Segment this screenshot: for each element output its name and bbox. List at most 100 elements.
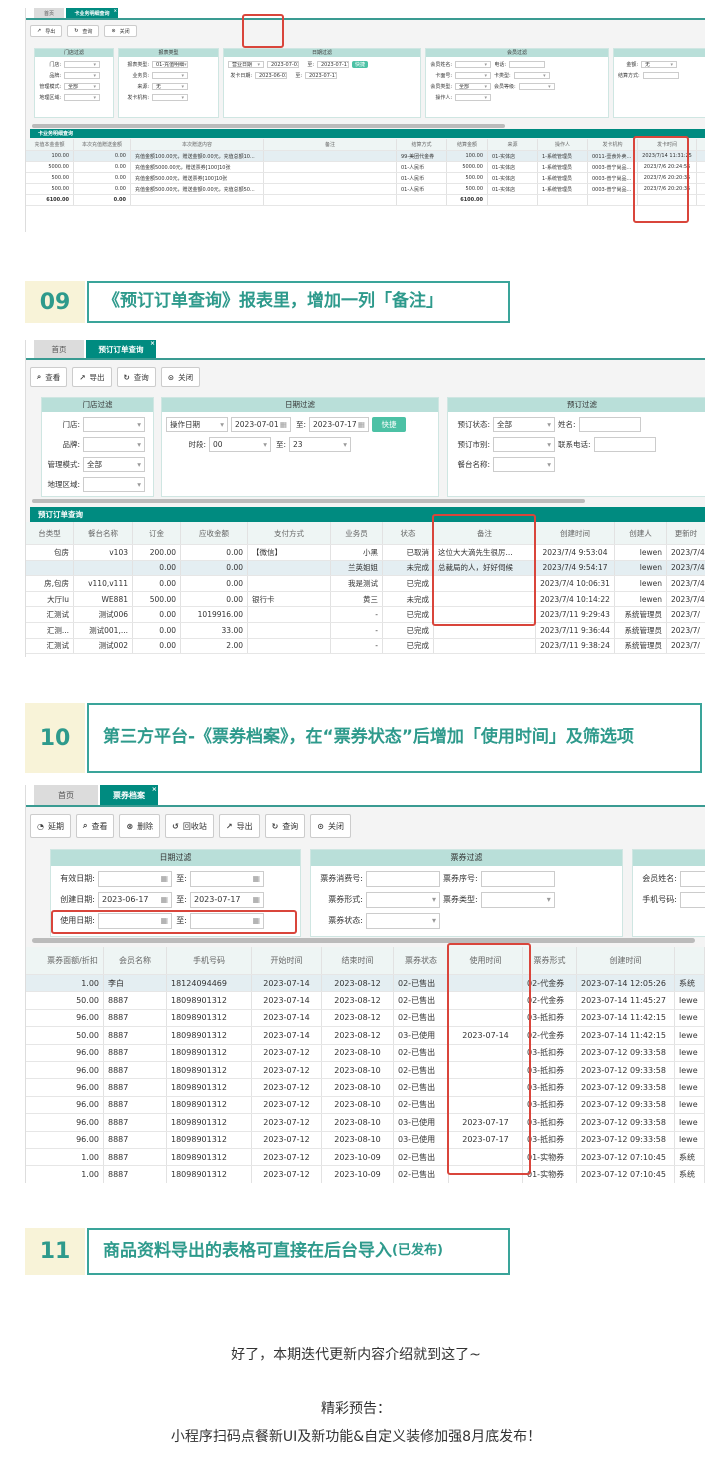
select-field[interactable]: 无 ▾ (641, 61, 677, 68)
table-row[interactable]: 50.00 8887 18098901312 2023-07-14 2023-08-12… (26, 992, 705, 1010)
tab-1[interactable]: 卡业务明细查询 × (66, 8, 118, 18)
table-row[interactable]: 1.00 李白 18124094469 2023-07-14 2023-08-12 02-… (26, 975, 705, 993)
chevron-down-icon[interactable]: ▾ (181, 95, 184, 100)
chevron-down-icon[interactable]: ▾ (432, 895, 436, 904)
chevron-down-icon[interactable]: ▾ (220, 420, 224, 429)
select-field[interactable]: ▾ (518, 83, 555, 90)
date-field[interactable]: ▦ (190, 870, 264, 887)
table-row[interactable]: 100.00 0.00 充值金额100.00元，赠送金额0.00元，充值总额10..… (26, 151, 705, 162)
text-field[interactable] (509, 61, 545, 68)
table-row[interactable]: 汇测试 测试006 0.00 1019916.00 - 已完成 2023/7/11 9:29… (26, 607, 705, 623)
date-field[interactable]: 2023-06-17 ▦ (98, 891, 172, 908)
table-row[interactable]: 96.00 8887 18098901312 2023-07-12 2023-08-10… (26, 1044, 705, 1062)
select-field[interactable]: ▾ (493, 456, 555, 472)
select-field[interactable]: 全部 ▾ (455, 83, 491, 90)
chevron-down-icon[interactable]: ▾ (93, 95, 96, 100)
tab-0[interactable]: 首页 (34, 785, 98, 805)
select-field[interactable]: ▾ (83, 436, 145, 452)
calendar-icon[interactable]: ▦ (280, 420, 287, 429)
select-field[interactable]: 23 ▾ (289, 436, 351, 452)
select-field[interactable]: ▾ (83, 476, 145, 492)
date-field[interactable]: 2023-07-17▦ (190, 891, 264, 908)
select-field[interactable]: 全部 ▾ (64, 83, 100, 90)
chevron-down-icon[interactable]: ▾ (137, 460, 141, 469)
text-field[interactable] (593, 436, 656, 452)
horizontal-scrollbar[interactable] (32, 938, 695, 943)
select-field[interactable]: ▾ (455, 72, 491, 79)
tab-1[interactable]: 预订订单查询 × (86, 340, 156, 358)
select-field[interactable]: ▾ (455, 94, 491, 101)
chevron-down-icon[interactable]: ▾ (547, 895, 551, 904)
tab-1[interactable]: 票券档案 × (100, 785, 158, 805)
select-field[interactable]: 01-充值明细 ▾ (152, 61, 188, 68)
table-row[interactable]: 96.00 8887 18098901312 2023-07-12 2023-08-10… (26, 1114, 705, 1132)
tab-0[interactable]: 首页 (34, 340, 84, 358)
chevron-down-icon[interactable]: ▾ (181, 84, 184, 89)
quick-button[interactable]: 快捷 (352, 61, 368, 68)
date-field[interactable]: 2023-07-17▦ (309, 416, 369, 432)
select-field[interactable]: ▾ (64, 72, 100, 79)
text-field[interactable] (680, 870, 705, 887)
table-row[interactable]: 96.00 8887 18098901312 2023-07-14 2023-08-12… (26, 1009, 705, 1028)
chevron-down-icon[interactable]: ▾ (93, 62, 96, 67)
tab-0[interactable]: 首页 (34, 8, 64, 18)
chevron-down-icon[interactable]: ▾ (484, 73, 487, 78)
text-field[interactable] (642, 72, 679, 79)
select-field[interactable]: 无 ▾ (152, 83, 188, 90)
calendar-icon[interactable]: ▦ (252, 895, 260, 904)
select-field[interactable]: 全部 ▾ (83, 456, 145, 472)
chevron-down-icon[interactable]: ▾ (547, 440, 551, 449)
table-row[interactable]: 500.00 0.00 充值金额500.00元，赠送票券[100]10张 01-人民币… (26, 173, 705, 184)
horizontal-scrollbar[interactable] (32, 499, 585, 503)
table-row[interactable]: 房,包房 v110,v111 0.00 0.00 我是测试 已完成 2023/7/4 10:… (26, 576, 705, 592)
totals-row[interactable]: 6100.00 0.00 6100.00 (26, 195, 705, 206)
date-field[interactable]: 2023-07-17▦ (305, 72, 337, 79)
text-field[interactable] (680, 891, 705, 908)
text-field[interactable] (480, 870, 555, 887)
select-field[interactable]: 全部 ▾ (493, 416, 555, 432)
table-row[interactable]: 5000.00 0.00 充值金额5000.00元，赠送票券[100]10张 01-人… (26, 162, 705, 173)
chevron-down-icon[interactable]: ▾ (548, 84, 551, 89)
toolbar-button-2[interactable]: ↻ 查询 (116, 367, 156, 387)
date-field[interactable]: 2023-07-17▦ (317, 61, 349, 68)
toolbar-button-1[interactable]: ↗ 导出 (72, 367, 112, 387)
toolbar-button-3[interactable]: ↺ 回收站 (165, 814, 214, 838)
close-tab-icon[interactable]: × (150, 340, 155, 347)
calendar-icon[interactable]: ▦ (252, 874, 260, 883)
table-row[interactable]: 50.00 8887 18098901312 2023-07-14 2023-08-12… (26, 1027, 705, 1045)
table-row[interactable]: 1.00 8887 18098901312 2023-07-12 2023-10-09 0… (26, 1166, 705, 1183)
chevron-down-icon[interactable]: ▾ (670, 62, 673, 67)
select-field[interactable]: ▾ (455, 61, 491, 68)
table-row[interactable]: 1.00 8887 18098901312 2023-07-12 2023-10-09 0… (26, 1148, 705, 1167)
select-field[interactable]: 00 ▾ (209, 436, 271, 452)
toolbar-button-5[interactable]: ↻ 查询 (264, 814, 306, 838)
chevron-down-icon[interactable]: ▾ (432, 916, 436, 925)
chevron-down-icon[interactable]: ▾ (343, 440, 347, 449)
table-row[interactable]: 汇测试 测试002 0.00 2.00 - 已完成 2023/7/11 9:38:24 系统管… (26, 638, 705, 655)
calendar-icon[interactable]: ▦ (358, 420, 365, 429)
date-field[interactable]: 2023-07-01▦ (231, 416, 291, 432)
chevron-down-icon[interactable]: ▾ (137, 420, 141, 429)
select-field[interactable]: ▾ (480, 891, 555, 908)
text-field[interactable] (366, 870, 440, 887)
select-field[interactable]: ▾ (493, 436, 555, 452)
date-field[interactable]: ▦ (98, 870, 172, 887)
calendar-icon[interactable]: ▦ (160, 874, 168, 883)
text-field[interactable] (578, 416, 641, 432)
close-tab-icon[interactable]: × (114, 8, 117, 13)
select-field[interactable]: 操作日期 ▾ (166, 416, 228, 432)
table-row[interactable]: 96.00 8887 18098901312 2023-07-12 2023-08-10… (26, 1131, 705, 1149)
select-field[interactable]: ▾ (366, 891, 440, 908)
table-row[interactable]: 96.00 8887 18098901312 2023-07-12 2023-08-10… (26, 1079, 705, 1097)
select-field[interactable]: ▾ (83, 416, 145, 432)
chevron-down-icon[interactable]: ▾ (93, 73, 96, 78)
table-row[interactable]: 大厅lu WE881 500.00 0.00 银行卡 黄三 未完成 2023/7/4 10:1… (26, 591, 705, 608)
chevron-down-icon[interactable]: ▾ (543, 73, 546, 78)
chevron-down-icon[interactable]: ▾ (137, 440, 141, 449)
chevron-down-icon[interactable]: ▾ (547, 460, 551, 469)
toolbar-button-0[interactable]: ◔ 延期 (30, 814, 71, 838)
toolbar-button-2[interactable]: ⊙ 关闭 (104, 25, 137, 37)
select-field[interactable]: 营业日期 ▾ (228, 61, 264, 68)
toolbar-button-0[interactable]: ↗ 导出 (30, 25, 63, 37)
close-tab-icon[interactable]: × (152, 785, 157, 793)
